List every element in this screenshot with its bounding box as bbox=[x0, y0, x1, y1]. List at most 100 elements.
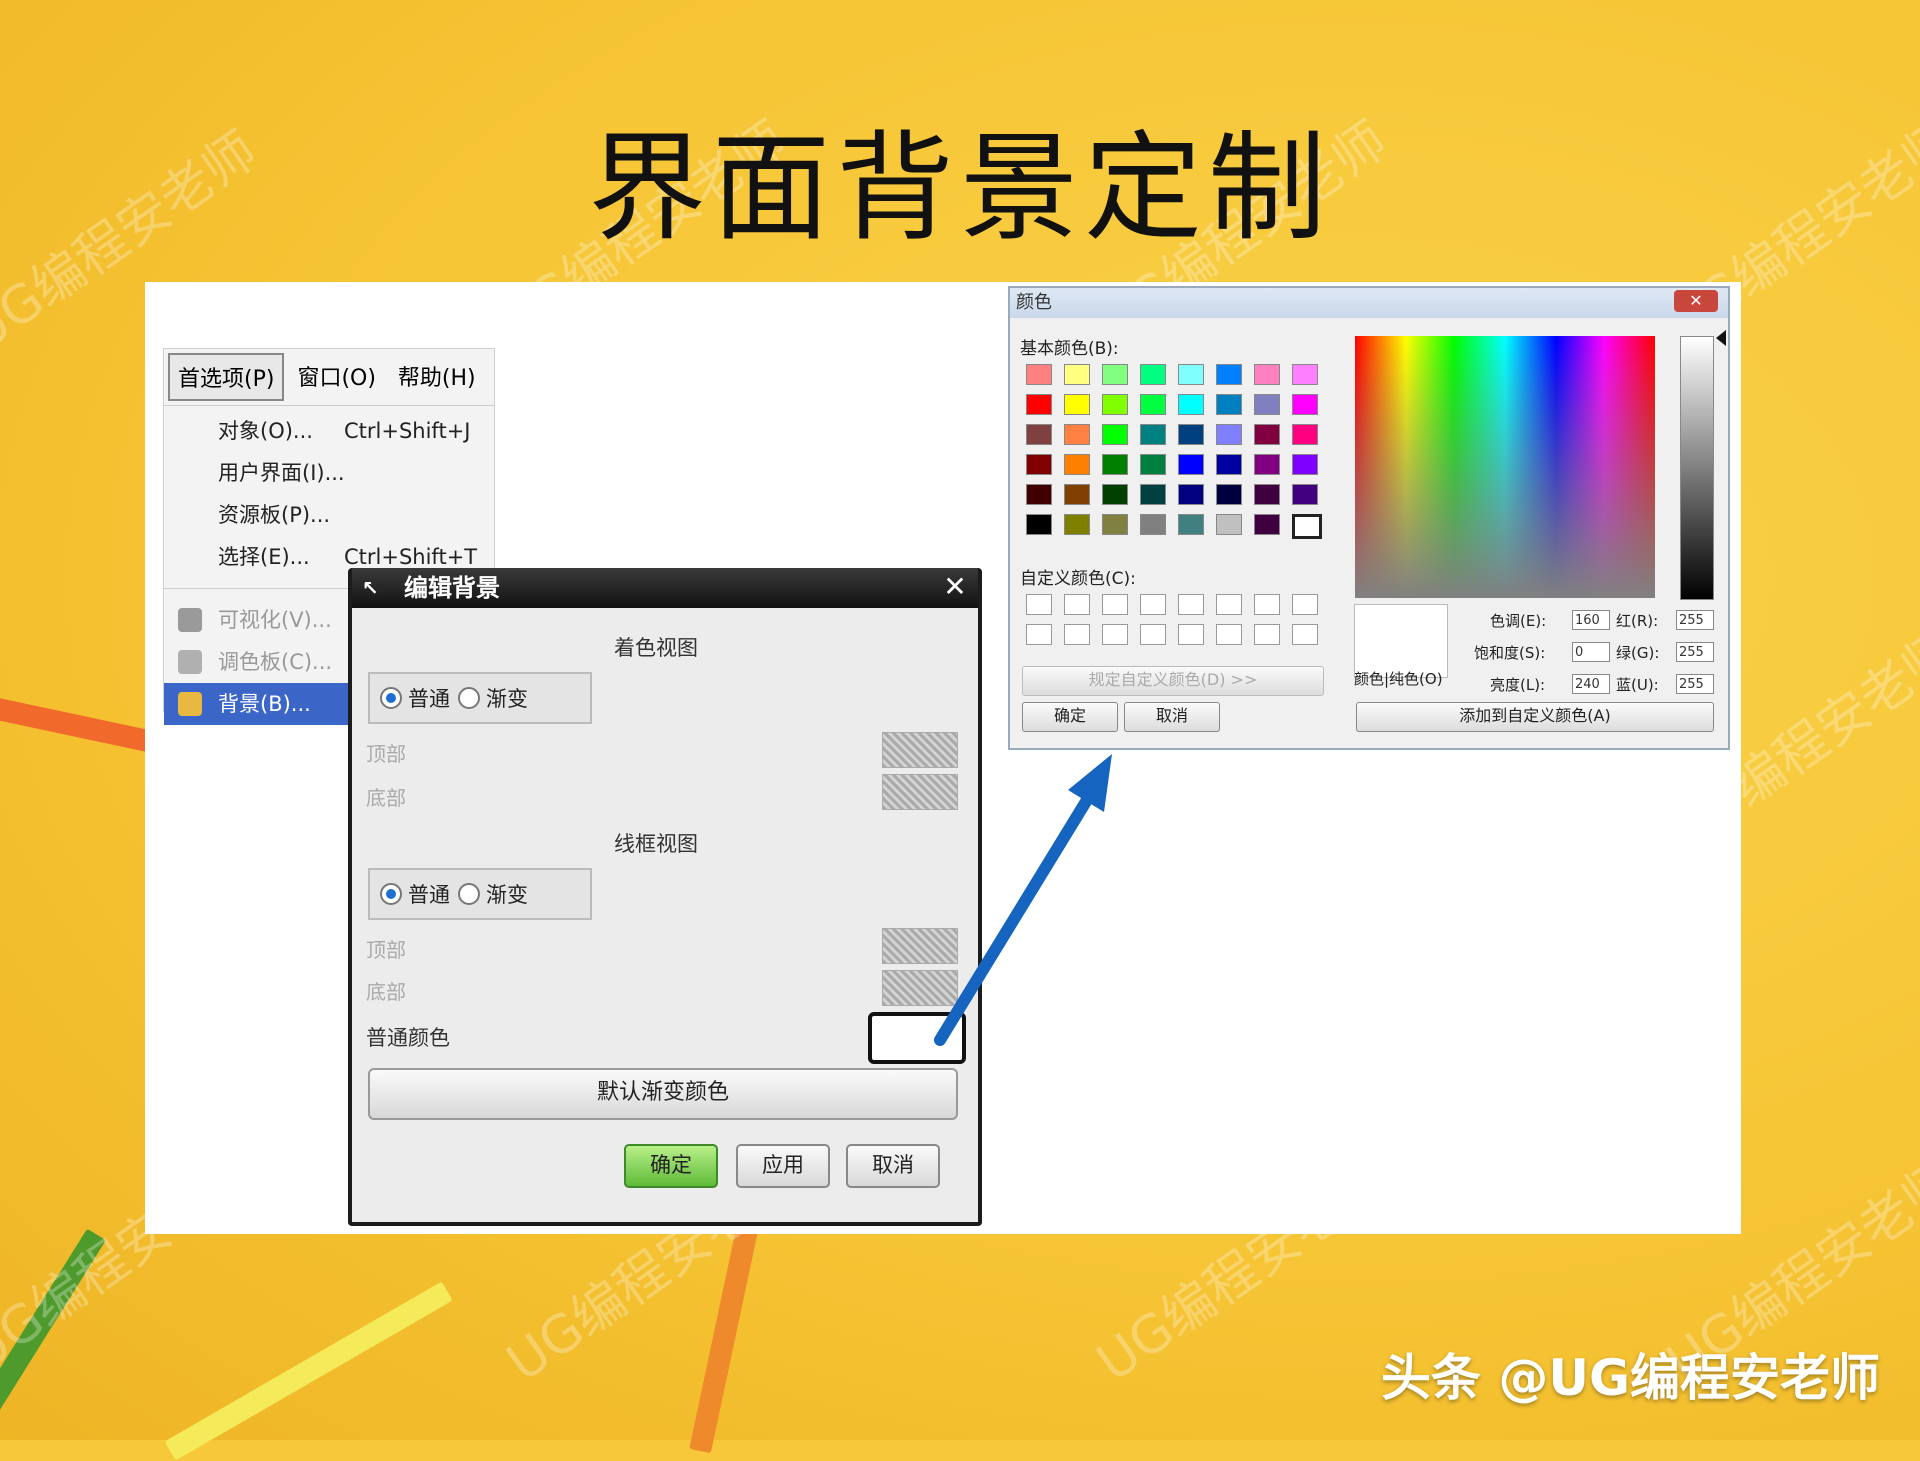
saturation-field[interactable]: 0 bbox=[1572, 642, 1610, 662]
plain-color-swatch[interactable] bbox=[868, 1012, 966, 1064]
radio-gradient-shaded[interactable]: 渐变 bbox=[458, 683, 528, 713]
custom-color-swatch[interactable] bbox=[1216, 624, 1242, 645]
custom-color-swatch[interactable] bbox=[1254, 624, 1280, 645]
custom-color-swatch[interactable] bbox=[1102, 594, 1128, 615]
close-icon[interactable]: ✕ bbox=[1674, 290, 1718, 312]
basic-color-swatch[interactable] bbox=[1292, 484, 1318, 505]
color-spectrum[interactable] bbox=[1355, 336, 1655, 598]
custom-color-swatch[interactable] bbox=[1102, 624, 1128, 645]
basic-color-swatch[interactable] bbox=[1216, 514, 1242, 535]
apply-button[interactable]: 应用 bbox=[736, 1144, 830, 1188]
bottom-color-swatch[interactable] bbox=[882, 970, 958, 1006]
menu-item-object[interactable]: 对象(O)... Ctrl+Shift+J bbox=[164, 410, 494, 452]
basic-color-swatch[interactable] bbox=[1140, 364, 1166, 385]
basic-color-swatch[interactable] bbox=[1102, 454, 1128, 475]
basic-color-swatch[interactable] bbox=[1102, 394, 1128, 415]
menu-item-resource-bar[interactable]: 资源板(P)... bbox=[164, 494, 494, 536]
basic-color-swatch[interactable] bbox=[1178, 514, 1204, 535]
basic-color-swatch[interactable] bbox=[1254, 394, 1280, 415]
basic-color-swatch[interactable] bbox=[1254, 424, 1280, 445]
basic-color-swatch[interactable] bbox=[1102, 514, 1128, 535]
basic-color-swatch[interactable] bbox=[1216, 364, 1242, 385]
custom-color-swatch[interactable] bbox=[1292, 624, 1318, 645]
luminance-bar[interactable] bbox=[1680, 336, 1714, 600]
basic-color-swatch[interactable] bbox=[1064, 364, 1090, 385]
custom-color-swatch[interactable] bbox=[1140, 594, 1166, 615]
basic-color-swatch[interactable] bbox=[1216, 454, 1242, 475]
basic-color-swatch[interactable] bbox=[1254, 484, 1280, 505]
custom-color-swatch[interactable] bbox=[1026, 624, 1052, 645]
color-cancel-button[interactable]: 取消 bbox=[1124, 702, 1220, 732]
ok-button[interactable]: 确定 bbox=[624, 1144, 718, 1188]
basic-color-swatch[interactable] bbox=[1178, 424, 1204, 445]
basic-color-swatch[interactable] bbox=[1292, 514, 1322, 539]
custom-color-swatch[interactable] bbox=[1140, 624, 1166, 645]
define-custom-colors-button[interactable]: 规定自定义颜色(D) >> bbox=[1022, 666, 1324, 696]
basic-color-swatch[interactable] bbox=[1292, 364, 1318, 385]
menu-item-user-interface[interactable]: 用户界面(I)... bbox=[164, 452, 494, 494]
radio-gradient-wireframe[interactable]: 渐变 bbox=[458, 879, 528, 909]
basic-color-swatch[interactable] bbox=[1026, 364, 1052, 385]
visualization-icon bbox=[178, 608, 202, 632]
menu-help[interactable]: 帮助(H) bbox=[389, 353, 485, 401]
basic-color-swatch[interactable] bbox=[1102, 424, 1128, 445]
custom-color-swatch[interactable] bbox=[1064, 624, 1090, 645]
basic-color-swatch[interactable] bbox=[1216, 484, 1242, 505]
basic-color-swatch[interactable] bbox=[1140, 484, 1166, 505]
basic-color-swatch[interactable] bbox=[1292, 454, 1318, 475]
basic-color-swatch[interactable] bbox=[1102, 484, 1128, 505]
basic-color-swatch[interactable] bbox=[1026, 514, 1052, 535]
basic-color-swatch[interactable] bbox=[1064, 484, 1090, 505]
basic-color-swatch[interactable] bbox=[1292, 394, 1318, 415]
color-ok-button[interactable]: 确定 bbox=[1022, 702, 1118, 732]
green-field[interactable]: 255 bbox=[1676, 642, 1714, 662]
basic-color-swatch[interactable] bbox=[1140, 454, 1166, 475]
basic-color-swatch[interactable] bbox=[1178, 484, 1204, 505]
basic-color-swatch[interactable] bbox=[1026, 394, 1052, 415]
default-gradient-button[interactable]: 默认渐变颜色 bbox=[368, 1068, 958, 1120]
basic-color-swatch[interactable] bbox=[1254, 514, 1280, 535]
basic-color-swatch[interactable] bbox=[1026, 424, 1052, 445]
basic-color-swatch[interactable] bbox=[1102, 364, 1128, 385]
basic-color-swatch[interactable] bbox=[1292, 424, 1318, 445]
bottom-color-swatch[interactable] bbox=[882, 774, 958, 810]
add-to-custom-colors-button[interactable]: 添加到自定义颜色(A) bbox=[1356, 702, 1714, 732]
basic-color-swatch[interactable] bbox=[1216, 394, 1242, 415]
blue-field[interactable]: 255 bbox=[1676, 674, 1714, 694]
basic-color-swatch[interactable] bbox=[1064, 514, 1090, 535]
basic-color-swatch[interactable] bbox=[1178, 454, 1204, 475]
radio-plain-shaded[interactable]: 普通 bbox=[380, 683, 450, 713]
hue-field[interactable]: 160 bbox=[1572, 610, 1610, 630]
basic-color-swatch[interactable] bbox=[1254, 364, 1280, 385]
menu-preferences[interactable]: 首选项(P) bbox=[168, 353, 285, 401]
custom-color-swatch[interactable] bbox=[1026, 594, 1052, 615]
basic-color-swatch[interactable] bbox=[1064, 394, 1090, 415]
close-icon[interactable]: ✕ bbox=[940, 572, 970, 602]
custom-color-swatch[interactable] bbox=[1064, 594, 1090, 615]
basic-color-swatch[interactable] bbox=[1064, 454, 1090, 475]
basic-color-swatch[interactable] bbox=[1140, 424, 1166, 445]
basic-color-swatch[interactable] bbox=[1254, 454, 1280, 475]
top-color-swatch[interactable] bbox=[882, 732, 958, 768]
basic-color-swatch[interactable] bbox=[1026, 454, 1052, 475]
basic-color-swatch[interactable] bbox=[1140, 514, 1166, 535]
custom-color-swatch[interactable] bbox=[1292, 594, 1318, 615]
basic-color-swatch[interactable] bbox=[1026, 484, 1052, 505]
red-field[interactable]: 255 bbox=[1676, 610, 1714, 630]
custom-color-swatch[interactable] bbox=[1178, 624, 1204, 645]
top-color-swatch[interactable] bbox=[882, 928, 958, 964]
menubar: 首选项(P) 窗口(O) 帮助(H) bbox=[164, 349, 494, 406]
custom-color-swatch[interactable] bbox=[1216, 594, 1242, 615]
basic-color-swatch[interactable] bbox=[1178, 394, 1204, 415]
custom-color-swatch[interactable] bbox=[1254, 594, 1280, 615]
menu-window[interactable]: 窗口(O) bbox=[288, 353, 384, 401]
cancel-button[interactable]: 取消 bbox=[846, 1144, 940, 1188]
basic-color-swatch[interactable] bbox=[1216, 424, 1242, 445]
basic-color-swatch[interactable] bbox=[1064, 424, 1090, 445]
luminance-arrow-icon[interactable] bbox=[1716, 330, 1726, 346]
basic-color-swatch[interactable] bbox=[1178, 364, 1204, 385]
custom-color-swatch[interactable] bbox=[1178, 594, 1204, 615]
basic-color-swatch[interactable] bbox=[1140, 394, 1166, 415]
luminance-field[interactable]: 240 bbox=[1572, 674, 1610, 694]
radio-plain-wireframe[interactable]: 普通 bbox=[380, 879, 450, 909]
